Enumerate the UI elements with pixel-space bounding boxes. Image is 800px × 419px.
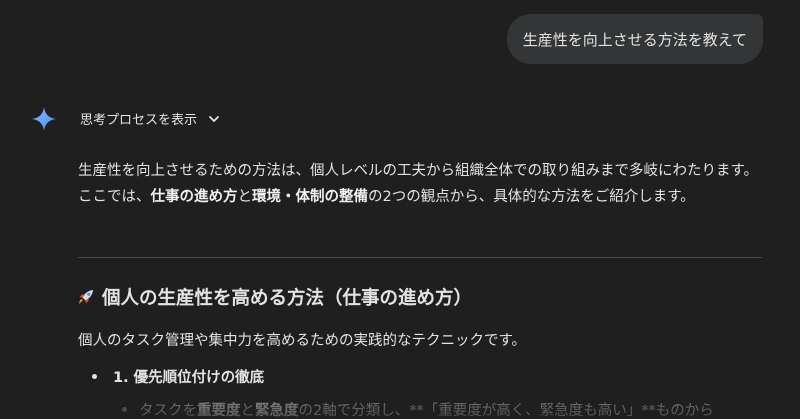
sub-bold-1: 重要度 — [197, 403, 241, 419]
thought-toggle-label: 思考プロセスを表示 — [80, 113, 198, 128]
intro-paragraph: 生産性を向上させるための方法は、個人レベルの工夫から組織全体での取り組みまで多岐… — [78, 158, 766, 210]
show-thought-process-button[interactable]: 思考プロセスを表示 — [80, 109, 221, 128]
section-heading: 個人の生産性を高める方法（仕事の進め方） — [76, 284, 472, 310]
chevron-down-icon — [209, 115, 219, 122]
chat-page: 生産性を向上させる方法を教えて 思考プロセスを表示 生産性を向上させるための方法… — [0, 0, 800, 419]
sub-text-3: の2軸で分類し、**「重要度が高く、緊急度も高い」**ものから — [298, 403, 714, 419]
section-heading-text: 個人の生産性を高める方法（仕事の進め方） — [102, 288, 473, 309]
section-divider — [78, 257, 762, 258]
intro-text-3: の2つの観点から、具体的な方法をご紹介します。 — [368, 189, 695, 205]
bullet-dot — [92, 374, 97, 379]
intro-bold-2: 環境・体制の整備 — [252, 189, 368, 205]
user-message-text: 生産性を向上させる方法を教えて — [522, 30, 747, 49]
intro-text-2: と — [237, 189, 253, 205]
list-item-label: 1. 優先順位付けの徹底 — [113, 370, 265, 386]
list-item: 1. 優先順位付けの徹底 — [92, 366, 264, 387]
sub-bold-2: 緊急度 — [255, 403, 299, 419]
gemini-sparkle-icon — [32, 107, 56, 131]
sub-list-item: タスクを 重要度と緊急度 の2軸で分類し、**「重要度が高く、緊急度も高い」**もの… — [122, 399, 714, 419]
user-message-bubble: 生産性を向上させる方法を教えて — [506, 14, 763, 64]
intro-bold-1: 仕事の進め方 — [150, 189, 238, 205]
sub-text-1: タスクを — [139, 403, 197, 419]
assistant-response: 生産性を向上させるための方法は、個人レベルの工夫から組織全体での取り組みまで多岐… — [78, 158, 766, 210]
sub-bullet-dot — [122, 407, 127, 412]
rocket-icon — [79, 290, 93, 304]
section-description: 個人のタスク管理や集中力を高めるための実践的なテクニックです。 — [78, 333, 527, 349]
sub-text-2: と — [240, 403, 256, 419]
